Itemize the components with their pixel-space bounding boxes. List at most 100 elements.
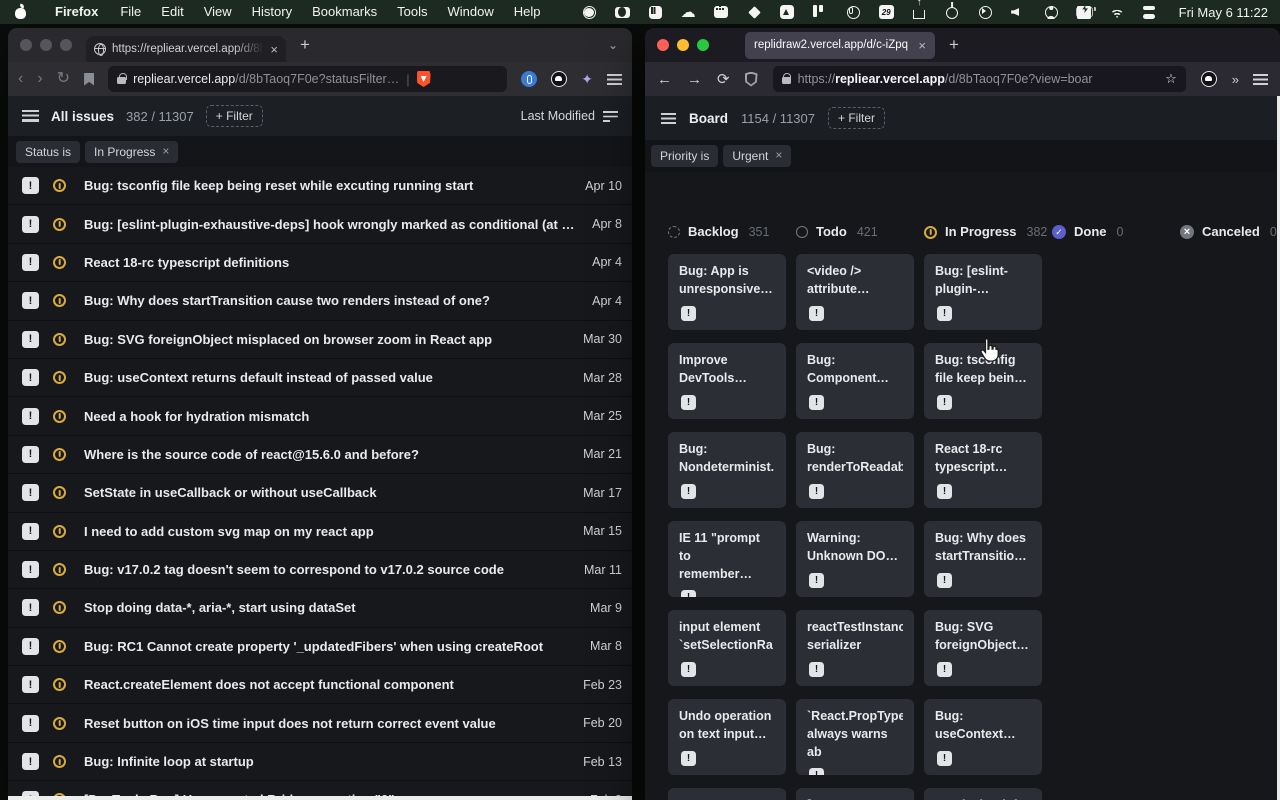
board-card[interactable]: Bug: Component…: [796, 343, 914, 419]
dropbox-icon[interactable]: [746, 4, 763, 20]
board-card[interactable]: Bug: useContext…: [924, 699, 1042, 775]
new-tab-button[interactable]: +: [949, 35, 959, 55]
add-filter-button[interactable]: + Filter: [206, 105, 263, 127]
issue-row[interactable]: Where is the source code of react@15.6.0…: [8, 436, 632, 474]
bookmark-icon[interactable]: [84, 73, 94, 86]
forward-button[interactable]: →: [687, 72, 702, 87]
board-card[interactable]: input element `setSelectionRa: [668, 610, 786, 686]
filter-chip-priority[interactable]: Priority is: [651, 145, 718, 167]
menu-file[interactable]: File: [110, 0, 151, 24]
menu-tools[interactable]: Tools: [387, 0, 437, 24]
power-icon[interactable]: [944, 4, 961, 20]
board-card[interactable]: [Feature request] expo…: [796, 788, 914, 800]
siri-icon[interactable]: [1043, 4, 1060, 20]
docker-icon[interactable]: [713, 4, 730, 20]
upload-icon[interactable]: [911, 4, 928, 20]
issue-row[interactable]: Bug: v17.0.2 tag doesn't seem to corresp…: [8, 551, 632, 589]
filter-chip-status[interactable]: Status is: [16, 141, 80, 163]
sidebar-menu-icon[interactable]: [661, 113, 676, 124]
issue-row[interactable]: I need to add custom svg map on my react…: [8, 513, 632, 551]
board-card[interactable]: Bug: [eslint- plugin-…: [924, 254, 1042, 330]
add-filter-button[interactable]: + Filter: [828, 107, 885, 129]
board-card[interactable]: Bug: Nondeterminist.: [668, 432, 786, 508]
reload-button[interactable]: ⟳: [717, 72, 730, 87]
issue-row[interactable]: Bug: SVG foreignObject misplaced on brow…: [8, 321, 632, 359]
issue-row[interactable]: React.createElement does not accept func…: [8, 666, 632, 704]
menu-edit[interactable]: Edit: [151, 0, 193, 24]
board-card[interactable]: Need a hook for hydration…: [924, 788, 1042, 800]
issue-row[interactable]: Need a hook for hydration mismatch Mar 2…: [8, 397, 632, 435]
browser-tab[interactable]: https://repliear.vercel.app/d/8b ×: [86, 36, 286, 62]
board-card[interactable]: `React.PropType always warns ab: [796, 699, 914, 775]
calendar-icon[interactable]: 29: [878, 4, 895, 20]
board-card[interactable]: Bug: tsconfig file keep bein…: [924, 343, 1042, 419]
browser-tab[interactable]: replidraw2.vercel.app/d/c-iZpq ×: [745, 32, 935, 59]
filter-chip-urgent[interactable]: Urgent×: [723, 145, 791, 167]
overflow-chevrons-icon[interactable]: »: [1232, 72, 1238, 87]
issue-row[interactable]: Bug: [eslint-plugin-exhaustive-deps] hoo…: [8, 205, 632, 243]
board-card[interactable]: <video /> attribute…: [796, 254, 914, 330]
playback-icon[interactable]: [977, 4, 994, 20]
tab-close-icon[interactable]: ×: [270, 43, 278, 56]
filter-chip-in-progress[interactable]: In Progress×: [85, 141, 178, 163]
tab-list-chevron-icon[interactable]: ⌄: [608, 38, 618, 52]
board-card[interactable]: Warning: Unknown DO…: [796, 521, 914, 597]
reload-button[interactable]: ↻: [57, 71, 70, 87]
screen-record-icon[interactable]: [581, 4, 598, 20]
wifi-icon[interactable]: [1109, 4, 1126, 20]
media-pause-icon[interactable]: [647, 4, 664, 20]
zoom-window-button[interactable]: [60, 39, 72, 51]
board-card[interactable]: Bug: SVG foreignObject…: [924, 610, 1042, 686]
issue-row[interactable]: Reset button on iOS time input does not …: [8, 704, 632, 742]
issue-row[interactable]: Bug: Infinite loop at startup Feb 13: [8, 743, 632, 781]
issue-row[interactable]: React 18-rc typescript definitions Apr 4: [8, 244, 632, 282]
issue-row[interactable]: Stop doing data-*, aria-*, start using d…: [8, 589, 632, 627]
issue-row[interactable]: Bug: RC1 Cannot create property '_update…: [8, 628, 632, 666]
sort-order-label[interactable]: Last Modified: [521, 109, 595, 123]
tab-close-icon[interactable]: ×: [918, 39, 926, 52]
tracking-protection-shield-icon[interactable]: [745, 72, 758, 87]
apple-menu-icon[interactable]: [14, 5, 27, 19]
bookmark-star-icon[interactable]: ☆: [1165, 71, 1177, 87]
new-tab-button[interactable]: +: [300, 35, 310, 55]
minimize-window-button[interactable]: [677, 39, 689, 51]
github-extension-icon[interactable]: [551, 71, 567, 87]
back-button[interactable]: ←: [657, 72, 672, 87]
minimize-window-button[interactable]: [40, 39, 52, 51]
remove-filter-icon[interactable]: ×: [162, 147, 169, 157]
remove-filter-icon[interactable]: ×: [775, 151, 782, 161]
board-card[interactable]: IE 11 "prompt to remember…: [668, 521, 786, 597]
board-card[interactable]: Undo operation on text input…: [668, 699, 786, 775]
menu-app-name[interactable]: Firefox: [45, 0, 110, 24]
battery-charging-icon[interactable]: [1076, 4, 1093, 20]
toggles-icon[interactable]: [1142, 4, 1159, 20]
browser-menu-icon[interactable]: [607, 74, 622, 85]
onepassword-icon[interactable]: [845, 4, 862, 20]
sort-icon[interactable]: [603, 111, 618, 122]
issue-row[interactable]: Bug: Why does startTransition cause two …: [8, 282, 632, 320]
back-button[interactable]: ‹: [18, 71, 23, 87]
camera-icon[interactable]: [614, 4, 631, 20]
onepassword-extension-icon[interactable]: [521, 71, 537, 87]
board-card[interactable]: reactTestInstanc serializer: [796, 610, 914, 686]
zoom-window-button[interactable]: [697, 39, 709, 51]
sparkle-extension-icon[interactable]: ✦: [581, 72, 593, 86]
browser-menu-icon[interactable]: [1253, 74, 1268, 85]
github-icon[interactable]: [1201, 71, 1217, 87]
close-window-button[interactable]: [20, 39, 32, 51]
issue-row[interactable]: Bug: useContext returns default instead …: [8, 359, 632, 397]
board-card[interactable]: Bug: App is unresponsive…: [668, 254, 786, 330]
address-bar[interactable]: https://repliear.vercel.app/d/8bTaoq7F0e…: [773, 66, 1186, 92]
issue-row[interactable]: Bug: tsconfig file keep being reset whil…: [8, 167, 632, 205]
board-card[interactable]: Support asynchronous…: [668, 788, 786, 800]
address-bar[interactable]: repliear.vercel.app/d/8bTaoq7F0e?statusF…: [108, 66, 507, 92]
menu-help[interactable]: Help: [504, 0, 551, 24]
close-window-button[interactable]: [657, 39, 669, 51]
menu-bar-clock[interactable]: Fri May 6 11:22: [1179, 5, 1268, 20]
menu-view[interactable]: View: [194, 0, 242, 24]
warp-icon[interactable]: [779, 4, 796, 20]
volume-icon[interactable]: [1010, 4, 1027, 20]
issue-row[interactable]: SetState in useCallback or without useCa…: [8, 474, 632, 512]
board-card[interactable]: React 18-rc typescript…: [924, 432, 1042, 508]
board-card[interactable]: Improve DevTools…: [668, 343, 786, 419]
